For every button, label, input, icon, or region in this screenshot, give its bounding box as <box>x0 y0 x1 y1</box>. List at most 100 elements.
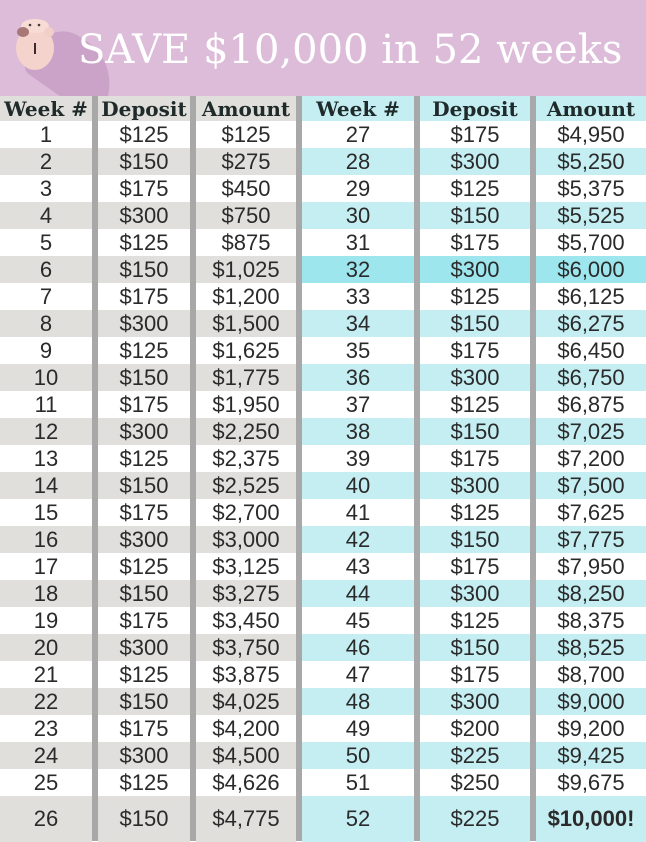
table-cell-deposit: $300 <box>98 202 190 229</box>
table-cell-deposit: $125 <box>98 121 190 148</box>
table-cell-deposit: $300 <box>98 742 190 769</box>
table-cell-week: 6 <box>0 256 92 283</box>
column-right-amount: Amount $4,950 $5,250 $5,375 $5,525 $5,700 $6,0… <box>536 96 646 842</box>
table-cell-deposit: $175 <box>420 553 530 580</box>
table-cell-week: 31 <box>302 229 414 256</box>
table-cell-amount: $4,025 <box>196 688 296 715</box>
table-cell-week: 30 <box>302 202 414 229</box>
table-cell-amount: $1,200 <box>196 283 296 310</box>
table-cell-deposit: $300 <box>420 256 530 283</box>
table-cell-amount: $4,950 <box>536 121 646 148</box>
table-cell-week: 14 <box>0 472 92 499</box>
table-cell-week: 23 <box>0 715 92 742</box>
column-left-deposit: Deposit $125 $150 $175 $300 $125 $150 $175 $300 $… <box>98 96 190 842</box>
table-cell-week: 41 <box>302 499 414 526</box>
table-cell-amount: $6,450 <box>536 337 646 364</box>
table-cell-amount: $6,275 <box>536 310 646 337</box>
table-cell-deposit: $150 <box>98 364 190 391</box>
table-cell-deposit: $300 <box>420 580 530 607</box>
column-divider <box>414 96 420 841</box>
table-cell-week: 28 <box>302 148 414 175</box>
table-cell-week: 49 <box>302 715 414 742</box>
table-cell-deposit: $150 <box>98 796 190 842</box>
table-cell-amount: $125 <box>196 121 296 148</box>
table-cell-deposit: $125 <box>420 607 530 634</box>
table-cell-amount: $6,000 <box>536 256 646 283</box>
table-cell-deposit: $200 <box>420 715 530 742</box>
table-cell-week: 18 <box>0 580 92 607</box>
table-cell-amount: $1,625 <box>196 337 296 364</box>
table-cell-amount: $2,525 <box>196 472 296 499</box>
table-cell-amount: $5,525 <box>536 202 646 229</box>
table-cell-week: 8 <box>0 310 92 337</box>
column-header: Amount <box>536 96 646 121</box>
table-cell-amount: $5,250 <box>536 148 646 175</box>
column-divider <box>296 96 302 841</box>
column-left-amount: Amount $125 $275 $450 $750 $875 $1,025 $1,200 $1… <box>196 96 296 842</box>
table-cell-amount: $9,425 <box>536 742 646 769</box>
table-cell-deposit: $125 <box>98 769 190 796</box>
table-cell-week: 46 <box>302 634 414 661</box>
table-cell-amount: $7,200 <box>536 445 646 472</box>
table-cell-week: 36 <box>302 364 414 391</box>
table-cell-week: 35 <box>302 337 414 364</box>
table-cell-amount: $6,750 <box>536 364 646 391</box>
table-cell-deposit: $175 <box>420 661 530 688</box>
table-cell-amount: $3,275 <box>196 580 296 607</box>
column-divider <box>92 96 98 841</box>
table-cell-week: 9 <box>0 337 92 364</box>
table-cell-week: 43 <box>302 553 414 580</box>
table-cell-week: 33 <box>302 283 414 310</box>
table-cell-deposit: $125 <box>98 445 190 472</box>
table-cell-amount: $875 <box>196 229 296 256</box>
table-cell-week: 7 <box>0 283 92 310</box>
table-cell-week: 19 <box>0 607 92 634</box>
table-cell-amount: $9,000 <box>536 688 646 715</box>
table-cell-deposit: $300 <box>98 526 190 553</box>
table-cell-week: 25 <box>0 769 92 796</box>
table-cell-deposit: $150 <box>420 526 530 553</box>
table-cell-week: 26 <box>0 796 92 842</box>
table-cell-week: 22 <box>0 688 92 715</box>
table-cell-amount: $450 <box>196 175 296 202</box>
table-cell-amount: $1,500 <box>196 310 296 337</box>
table-cell-week: 2 <box>0 148 92 175</box>
table-cell-week: 16 <box>0 526 92 553</box>
table-cell-amount: $4,500 <box>196 742 296 769</box>
column-divider <box>530 96 536 841</box>
table-cell-deposit: $125 <box>98 553 190 580</box>
table-cell-amount: $3,875 <box>196 661 296 688</box>
table-cell-deposit: $150 <box>420 634 530 661</box>
table-cell-amount: $4,775 <box>196 796 296 842</box>
table-cell-deposit: $150 <box>420 418 530 445</box>
table-cell-deposit: $175 <box>98 607 190 634</box>
table-cell-week: 13 <box>0 445 92 472</box>
table-cell-deposit: $300 <box>98 418 190 445</box>
piggy-bank-icon <box>16 19 54 70</box>
table-cell-week: 42 <box>302 526 414 553</box>
page-title: SAVE $10,000 in 52 weeks <box>78 27 623 73</box>
table-cell-deposit: $175 <box>98 175 190 202</box>
table-cell-week: 34 <box>302 310 414 337</box>
table-cell-week: 44 <box>302 580 414 607</box>
table-cell-deposit: $125 <box>98 337 190 364</box>
table-cell-week: 39 <box>302 445 414 472</box>
table-cell-deposit: $250 <box>420 769 530 796</box>
table-cell-deposit: $175 <box>98 499 190 526</box>
table-cell-amount: $8,375 <box>536 607 646 634</box>
table-cell-amount: $4,200 <box>196 715 296 742</box>
table-cell-week: 15 <box>0 499 92 526</box>
table-cell-deposit: $125 <box>98 229 190 256</box>
table-cell-week: 10 <box>0 364 92 391</box>
table-cell-deposit: $175 <box>420 229 530 256</box>
table-cell-week: 4 <box>0 202 92 229</box>
table-cell-amount: $1,025 <box>196 256 296 283</box>
table-cell-amount: $8,700 <box>536 661 646 688</box>
table-cell-deposit: $300 <box>420 148 530 175</box>
table-cell-amount: $7,025 <box>536 418 646 445</box>
table-cell-amount: $7,775 <box>536 526 646 553</box>
table-cell-deposit: $150 <box>98 256 190 283</box>
column-right-week: Week #27 28 29 30 31 32 33 34 35 36 37 38 39 40 41 42 43… <box>302 96 414 842</box>
table-cell-week: 37 <box>302 391 414 418</box>
table-cell-amount: $1,775 <box>196 364 296 391</box>
